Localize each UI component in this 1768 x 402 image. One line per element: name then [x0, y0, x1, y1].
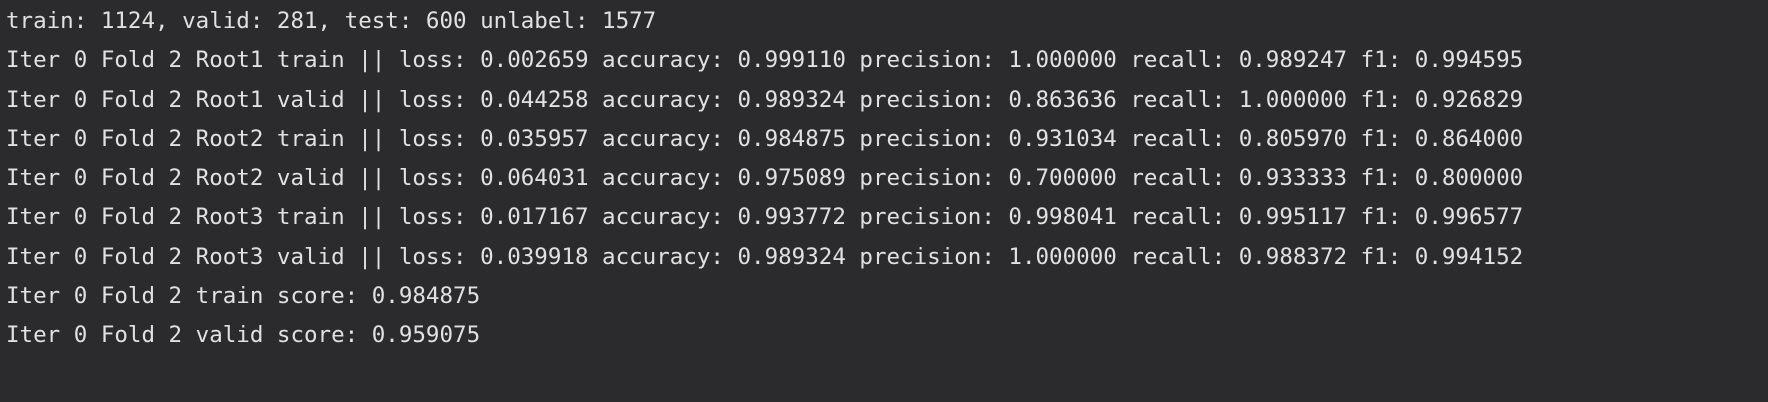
- console-line-root1-valid: Iter 0 Fold 2 Root1 valid || loss: 0.044…: [6, 86, 1524, 113]
- console-line-valid-score: Iter 0 Fold 2 valid score: 0.959075: [6, 322, 481, 349]
- console-line-root2-train: Iter 0 Fold 2 Root2 train || loss: 0.035…: [6, 125, 1524, 152]
- console-line-root3-train: Iter 0 Fold 2 Root3 train || loss: 0.017…: [6, 204, 1524, 231]
- console-line-root3-valid: Iter 0 Fold 2 Root3 valid || loss: 0.039…: [6, 243, 1524, 270]
- console-output: train: 1124, valid: 281, test: 600 unlab…: [0, 0, 1768, 402]
- console-line-root2-valid: Iter 0 Fold 2 Root2 valid || loss: 0.064…: [6, 165, 1524, 192]
- console-line-train-score: Iter 0 Fold 2 train score: 0.984875: [6, 283, 481, 310]
- console-line-root1-train: Iter 0 Fold 2 Root1 train || loss: 0.002…: [6, 47, 1524, 74]
- console-line-dataset-split: train: 1124, valid: 281, test: 600 unlab…: [6, 8, 657, 34]
